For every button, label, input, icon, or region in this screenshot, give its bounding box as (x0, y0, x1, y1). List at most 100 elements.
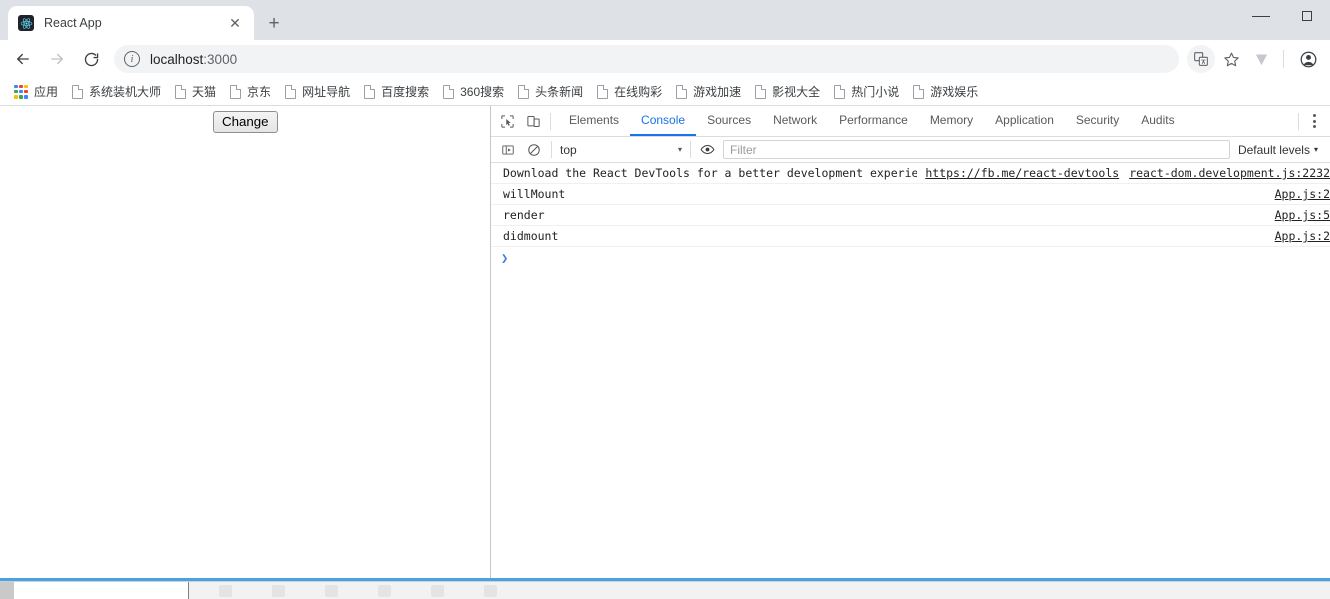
tab-strip: React App ✕ + (0, 6, 288, 40)
browser-tab[interactable]: React App ✕ (8, 6, 254, 40)
tab-performance[interactable]: Performance (828, 106, 919, 136)
bookmark-label: 游戏娱乐 (930, 85, 979, 99)
page-icon (755, 84, 767, 99)
live-expression-eye-icon[interactable] (695, 139, 719, 161)
taskbar-item[interactable] (325, 584, 338, 597)
toolbar-divider (1283, 50, 1284, 68)
page-icon (597, 84, 609, 99)
react-logo-icon (18, 15, 34, 31)
log-levels-dropdown[interactable]: Default levels ▾ (1234, 143, 1326, 157)
bookmark-item[interactable]: 天猫 (169, 80, 222, 103)
console-message-source[interactable]: App.js:2 (1265, 229, 1330, 243)
execution-context-value: top (560, 142, 577, 157)
bookmark-label: 京东 (247, 85, 272, 99)
address-bar[interactable]: i localhost:3000 (114, 45, 1179, 73)
bookmark-item[interactable]: 360搜索 (437, 80, 510, 103)
tabbar-divider (550, 112, 551, 130)
taskbar-search-box[interactable] (14, 582, 189, 599)
close-tab-icon[interactable]: ✕ (226, 14, 244, 32)
tab-sources[interactable]: Sources (696, 106, 762, 136)
device-toolbar-icon[interactable] (520, 108, 546, 134)
taskbar-item[interactable] (272, 584, 285, 597)
maximize-button[interactable] (1284, 0, 1330, 32)
new-tab-button[interactable]: + (260, 9, 288, 37)
console-message[interactable]: Download the React DevTools for a better… (491, 163, 1330, 184)
tab-console[interactable]: Console (630, 106, 697, 136)
bookmark-star-icon[interactable] (1217, 45, 1245, 73)
taskbar-item[interactable] (378, 584, 391, 597)
tab-network[interactable]: Network (762, 106, 828, 136)
console-message[interactable]: didmount App.js:2 (491, 226, 1330, 247)
taskbar-item[interactable] (431, 584, 444, 597)
execution-context-select[interactable]: top ▾ (556, 140, 686, 160)
taskbar-item[interactable] (484, 584, 497, 597)
clear-console-icon[interactable] (521, 137, 547, 163)
forward-button[interactable] (42, 44, 72, 74)
url-host: localhost (150, 51, 204, 67)
os-taskbar (0, 581, 1330, 599)
tab-audits[interactable]: Audits (1130, 106, 1185, 136)
console-filter-input[interactable]: Filter (723, 140, 1230, 159)
devtools-more-menu-icon[interactable] (1303, 108, 1325, 134)
bookmark-apps[interactable]: 应用 (8, 80, 64, 103)
bookmark-item[interactable]: 游戏娱乐 (907, 80, 984, 103)
bookmark-item[interactable]: 影视大全 (749, 80, 826, 103)
bookmark-item[interactable]: 在线购彩 (591, 80, 668, 103)
console-message-text: render (503, 208, 545, 222)
web-page-viewport: Change (0, 106, 491, 578)
devtools-tabbar: Elements Console Sources Network Perform… (491, 106, 1330, 137)
reload-button[interactable] (76, 44, 106, 74)
bookmark-item[interactable]: 网址导航 (279, 80, 356, 103)
log-levels-label: Default levels (1237, 142, 1310, 157)
console-message[interactable]: willMount App.js:2 (491, 184, 1330, 205)
console-toolbar-divider-2 (690, 141, 691, 158)
page-icon (364, 84, 376, 99)
bookmark-label: 热门小说 (851, 85, 900, 99)
devtools-tool-icons (491, 106, 558, 136)
console-message[interactable]: render App.js:5 (491, 205, 1330, 226)
bookmark-item[interactable]: 京东 (224, 80, 277, 103)
taskbar-items (189, 584, 497, 597)
console-message-source[interactable]: App.js:2 (1265, 187, 1330, 201)
translate-icon[interactable] (1187, 45, 1215, 73)
apps-grid-icon (14, 84, 28, 99)
taskbar-item[interactable] (219, 584, 232, 597)
bookmark-item[interactable]: 热门小说 (828, 80, 905, 103)
bookmark-item[interactable]: 系统装机大师 (66, 80, 167, 103)
bookmark-label: 在线购彩 (614, 85, 663, 99)
page-icon (175, 84, 187, 99)
bookmark-item[interactable]: 头条新闻 (512, 80, 589, 103)
console-message-source[interactable]: App.js:5 (1265, 208, 1330, 222)
extension-v-icon[interactable] (1247, 45, 1275, 73)
chevron-down-icon: ▾ (677, 145, 682, 154)
start-button[interactable] (0, 582, 14, 599)
console-input-prompt[interactable]: ❯ (491, 247, 1330, 269)
site-info-icon[interactable]: i (124, 51, 140, 67)
console-message-link[interactable]: https://fb.me/react-devtools (925, 166, 1119, 180)
bookmark-label: 影视大全 (772, 85, 821, 99)
tab-elements[interactable]: Elements (558, 106, 630, 136)
page-icon (518, 84, 530, 99)
change-button[interactable]: Change (213, 111, 278, 133)
minimize-button[interactable] (1238, 0, 1284, 32)
console-toolbar: top ▾ Filter Default levels ▾ (491, 137, 1330, 163)
back-button[interactable] (8, 44, 38, 74)
tab-memory[interactable]: Memory (919, 106, 984, 136)
bookmark-item[interactable]: 游戏加速 (670, 80, 747, 103)
bookmark-label: 头条新闻 (535, 85, 584, 99)
page-icon (676, 84, 688, 99)
console-message-text: willMount (503, 187, 566, 201)
tab-application[interactable]: Application (984, 106, 1065, 136)
console-message-source[interactable]: react-dom.development.js:2232 (1119, 166, 1330, 180)
page-icon (443, 84, 455, 99)
profile-avatar-icon[interactable] (1294, 45, 1322, 73)
bookmark-item[interactable]: 百度搜索 (358, 80, 435, 103)
console-sidebar-toggle-icon[interactable] (495, 137, 521, 163)
url-port: :3000 (203, 51, 238, 67)
tab-security[interactable]: Security (1065, 106, 1130, 136)
devtools-tabbar-right (1294, 106, 1330, 136)
inspect-element-icon[interactable] (494, 108, 520, 134)
console-output[interactable]: Download the React DevTools for a better… (491, 163, 1330, 578)
bookmark-label: 360搜索 (460, 85, 505, 99)
bookmark-label: 系统装机大师 (89, 85, 162, 99)
